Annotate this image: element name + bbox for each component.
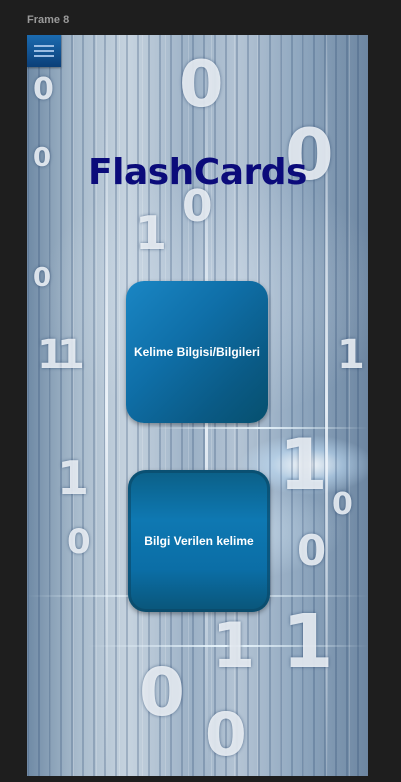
background-digit-zero: 0 <box>205 700 247 770</box>
background-digit-zero: 0 <box>297 526 327 575</box>
menu-icon-bar <box>34 45 54 47</box>
background-digit-one: 1 <box>337 332 365 378</box>
background-digit-one: 1 <box>279 424 328 506</box>
background-digit-one: 1 <box>57 451 90 505</box>
background-digit-one: 1 <box>282 599 334 685</box>
background-digit-zero: 0 <box>332 487 353 522</box>
info-given-word-button-label: Bilgi Verilen kelime <box>144 534 254 548</box>
word-info-button[interactable]: Kelime Bilgisi/Bilgileri <box>126 281 268 423</box>
menu-icon-bar <box>34 50 54 52</box>
background-digit-zero: 0 <box>179 48 224 122</box>
background-digit-zero: 0 <box>139 654 185 731</box>
background-light-line <box>147 427 368 429</box>
background-digit-zero: 0 <box>33 72 54 107</box>
design-canvas: Frame 8 0 0 0 0 0 1 1 1 0 1 1 0 0 0 0 1 … <box>0 0 401 782</box>
background-light-line <box>105 35 108 776</box>
background-digit-one: 1 <box>212 609 256 682</box>
frame-label[interactable]: Frame 8 <box>27 14 69 26</box>
app-frame: 0 0 0 0 0 1 1 1 0 1 1 0 0 0 0 1 1 1 0 Fl… <box>27 35 368 776</box>
menu-icon-bar <box>34 55 54 57</box>
background-digit-zero: 0 <box>33 263 52 293</box>
background-digit-one: 1 <box>135 206 168 260</box>
info-given-word-button[interactable]: Bilgi Verilen kelime <box>128 470 270 612</box>
app-title: FlashCards <box>88 152 307 193</box>
background-digit-one: 1 <box>57 332 85 378</box>
menu-button[interactable] <box>27 35 61 67</box>
background-digit-zero: 0 <box>67 522 91 562</box>
word-info-button-label: Kelime Bilgisi/Bilgileri <box>133 345 261 359</box>
